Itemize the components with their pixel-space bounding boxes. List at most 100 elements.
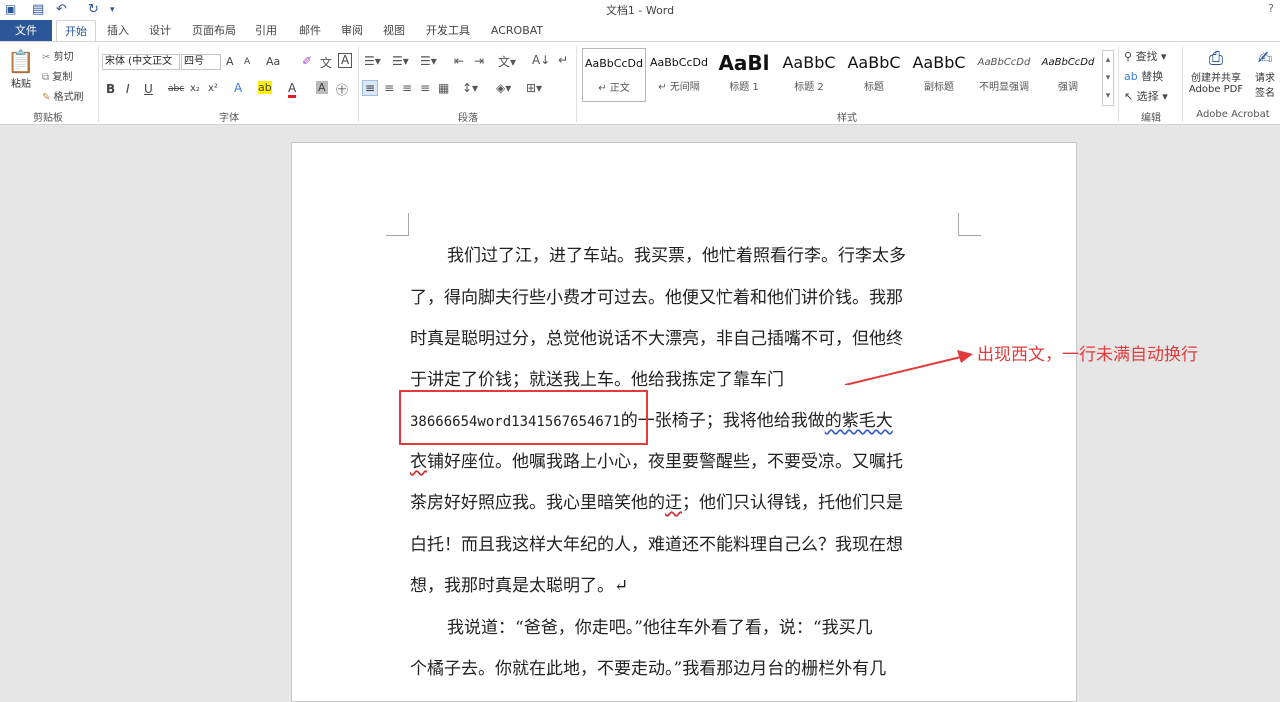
text-line: 白托！而且我这样大年纪的人，难道还不能料理自己么？我现在想 [410, 535, 903, 555]
tab-acrobat[interactable]: ACROBAT [484, 20, 550, 41]
text-segment: 铺好座位。他嘱我路上小心，夜里要警醒些，不要受凉。又嘱托 [427, 452, 903, 472]
copy-label: 复制 [52, 72, 73, 83]
style-name: 副标题 [924, 82, 954, 93]
paste-label: 粘贴 [11, 79, 31, 90]
decrease-indent-icon[interactable]: ⇤ [454, 54, 464, 68]
spelling-flag-text: 迂 [665, 493, 682, 513]
help-button[interactable]: ? [1268, 2, 1274, 15]
clipboard-group-label: 剪贴板 [33, 113, 63, 124]
paste-button[interactable]: 📋 粘贴 [6, 50, 36, 90]
replace-label: 替换 [1141, 70, 1164, 83]
style-name: 强调 [1058, 82, 1078, 93]
copy-button[interactable]: ⧉ 复制 [42, 68, 72, 83]
change-case-button[interactable]: Aa [266, 55, 280, 68]
style-sample: AaBbCcDd [585, 57, 643, 70]
text-line: 我们过了江，进了车站。我买票，他忙着照看行李。行李太多 [447, 246, 906, 266]
tab-insert[interactable]: 插入 [100, 20, 136, 41]
phonetic-guide-icon[interactable]: 文 [320, 54, 332, 71]
style-name: ↵ 无间隔 [658, 82, 700, 93]
increase-indent-icon[interactable]: ⇥ [474, 54, 484, 68]
tab-home[interactable]: 开始 [56, 20, 96, 41]
underline-button[interactable]: U [144, 82, 153, 96]
chinese-layout-icon[interactable]: 文▾ [498, 53, 516, 70]
style-sample: AaBbCcDd [977, 57, 1031, 68]
strikethrough-button[interactable]: abc [168, 84, 184, 94]
superscript-button[interactable]: x² [208, 83, 218, 94]
distribute-icon[interactable]: ▦ [438, 81, 449, 95]
enclose-char-icon[interactable]: ㊉ [336, 81, 348, 98]
highlight-icon[interactable]: ab [258, 81, 272, 94]
format-painter-label: 格式刷 [53, 92, 84, 103]
borders-icon[interactable]: ⊞▾ [526, 81, 542, 95]
cursor-icon: ↖ [1124, 90, 1134, 103]
text-segment: ；他们只认得钱，托他们只是 [682, 493, 903, 513]
style-subtle-emphasis[interactable]: AaBbCcDd 不明显强调 [972, 48, 1036, 102]
create-pdf-button[interactable]: ⎙ 创建并共享 Adobe PDF [1184, 48, 1248, 95]
cut-label: 剪切 [53, 52, 74, 63]
style-subtitle[interactable]: AaBbC 副标题 [907, 48, 971, 102]
text-line: 个橘子去。你就在此地，不要走动。”我看那边月台的栅栏外有几 [410, 659, 887, 679]
ribbon: 📋 粘贴 ✂ 剪切 ⧉ 复制 ✎ 格式刷 剪贴板 宋体 (中文正文 四号 A A… [0, 41, 1280, 125]
font-name-dropdown[interactable]: 宋体 (中文正文 [102, 54, 180, 70]
align-left-icon[interactable]: ≡ [362, 80, 379, 96]
font-size-dropdown[interactable]: 四号 [181, 54, 221, 70]
style-sample: AaBbCcDd [650, 56, 708, 69]
style-heading-1[interactable]: AaBl 标题 1 [712, 48, 776, 102]
char-shading-icon[interactable]: A [316, 81, 328, 94]
sort-icon[interactable]: A↓ [532, 53, 550, 67]
style-emphasis[interactable]: AaBbCcDd 强调 [1036, 48, 1100, 102]
replace-button[interactable]: ab 替换 [1124, 68, 1163, 84]
multilevel-list-icon[interactable]: ☰▾ [420, 54, 437, 68]
font-color-icon[interactable]: A [288, 81, 297, 98]
title-bar: ▣ ▤ ↶ ↻ ▾ 文档1 - Word ? [0, 0, 1280, 20]
subscript-button[interactable]: x₂ [190, 83, 200, 94]
editing-group-label: 编辑 [1141, 113, 1161, 124]
tab-review[interactable]: 审阅 [334, 20, 370, 41]
divider [1118, 46, 1119, 122]
margin-corner-mark [386, 213, 409, 236]
justify-icon[interactable]: ≡ [420, 81, 430, 95]
show-marks-icon[interactable]: ↵ [558, 53, 568, 67]
clear-format-icon[interactable]: ✐ [302, 54, 312, 68]
numbering-icon[interactable]: ☰▾ [392, 54, 409, 68]
text-effects-icon[interactable]: A [234, 81, 242, 95]
tab-mailings[interactable]: 邮件 [292, 20, 328, 41]
find-button[interactable]: ⚲ 查找 ▾ [1124, 48, 1167, 64]
style-title[interactable]: AaBbC 标题 [842, 48, 906, 102]
replace-icon: ab [1124, 70, 1138, 83]
text-line: 我说道：“爸爸，你走吧。”他往车外看了看，说：“我买几 [447, 618, 873, 638]
shading-icon[interactable]: ◈▾ [496, 81, 511, 95]
styles-scroll[interactable]: ▴ ▾ ▾ [1102, 50, 1114, 106]
scissors-icon: ✂ [42, 52, 51, 63]
style-sample: AaBbC [782, 53, 836, 72]
char-border-icon[interactable]: A [338, 53, 353, 68]
style-name: 标题 [864, 82, 884, 93]
tab-developer[interactable]: 开发工具 [420, 20, 476, 41]
align-center-icon[interactable]: ≡ [384, 81, 394, 95]
request-signature-button[interactable]: ✍ 请求 签名 [1250, 48, 1280, 99]
tab-references[interactable]: 引用 [248, 20, 284, 41]
format-painter-button[interactable]: ✎ 格式刷 [42, 88, 84, 103]
tab-view[interactable]: 视图 [376, 20, 412, 41]
copy-icon: ⧉ [42, 72, 50, 83]
bold-button[interactable]: B [106, 82, 115, 96]
grow-font-button[interactable]: A [226, 55, 234, 68]
text-line: 茶房好好照应我。我心里暗笑他的迂；他们只认得钱，托他们只是 [410, 491, 950, 515]
style-normal[interactable]: AaBbCcDd ↵ 正文 [582, 48, 646, 102]
tab-design[interactable]: 设计 [142, 20, 178, 41]
italic-button[interactable]: I [126, 82, 130, 96]
request-label-1: 请求 [1255, 73, 1275, 84]
bullets-icon[interactable]: ☰▾ [364, 54, 381, 68]
margin-corner-mark [958, 213, 981, 236]
cut-button[interactable]: ✂ 剪切 [42, 48, 74, 63]
line-spacing-icon[interactable]: ↕▾ [462, 81, 478, 95]
style-no-spacing[interactable]: AaBbCcDd ↵ 无间隔 [647, 48, 711, 102]
select-label: 选择 [1136, 90, 1159, 103]
select-button[interactable]: ↖ 选择 ▾ [1124, 88, 1168, 104]
style-heading-2[interactable]: AaBbC 标题 2 [777, 48, 841, 102]
shrink-font-button[interactable]: A [244, 57, 250, 67]
align-right-icon[interactable]: ≡ [402, 81, 412, 95]
tab-layout[interactable]: 页面布局 [186, 20, 242, 41]
style-sample: AaBbC [912, 53, 966, 72]
tab-file[interactable]: 文件 [0, 20, 52, 41]
